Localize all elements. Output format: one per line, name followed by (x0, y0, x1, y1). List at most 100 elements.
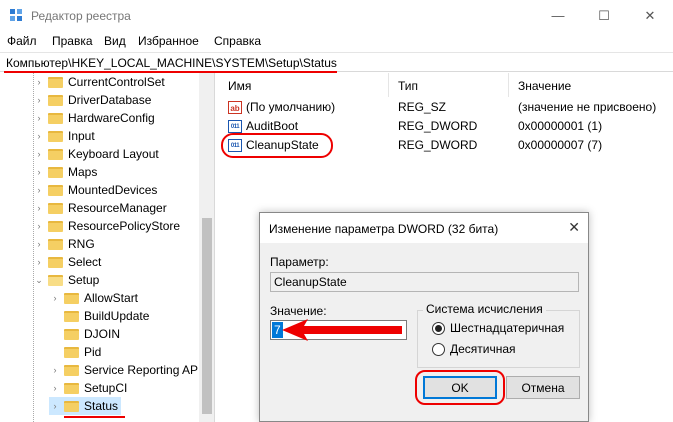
menu-view[interactable]: Вид (104, 34, 126, 48)
chevron-right-icon[interactable]: › (33, 113, 45, 123)
chevron-right-icon[interactable]: › (33, 149, 45, 159)
chevron-down-icon[interactable]: ⌄ (33, 275, 45, 286)
chevron-right-icon[interactable]: › (49, 293, 61, 303)
column-separator[interactable] (388, 73, 389, 97)
radio-hex-label: Шестнадцатеричная (450, 321, 565, 335)
tree-item-label: RNG (68, 237, 95, 251)
tree-item[interactable]: DJOIN (49, 325, 120, 343)
tree-item[interactable]: › Input (33, 127, 95, 145)
column-header-name[interactable]: Имя (228, 79, 251, 93)
radio-checked-icon[interactable] (432, 321, 445, 335)
number-base-group (417, 310, 580, 368)
arrow-left-icon (282, 319, 402, 341)
tree-item-label: ResourceManager (68, 201, 167, 215)
tree-item[interactable]: › Select (33, 253, 102, 271)
folder-icon (64, 328, 79, 340)
folder-icon (48, 238, 63, 250)
menu-edit[interactable]: Правка (52, 34, 93, 48)
chevron-right-icon[interactable]: › (33, 185, 45, 195)
minimize-button[interactable]: — (535, 0, 581, 31)
column-separator[interactable] (508, 73, 509, 97)
cancel-button[interactable]: Отмена (506, 376, 580, 399)
folder-icon (64, 292, 79, 304)
tree-item-label: Service Reporting API (84, 363, 202, 377)
folder-icon (48, 184, 63, 196)
menu-favorites[interactable]: Избранное (138, 34, 199, 48)
tree-item-status[interactable]: › Status (49, 397, 121, 415)
tree-item[interactable]: › Maps (33, 163, 98, 181)
value-name: (По умолчанию) (246, 100, 336, 114)
column-header-type[interactable]: Тип (398, 79, 418, 93)
radio-dec[interactable]: Десятичная (432, 342, 516, 356)
folder-icon (64, 364, 79, 376)
tree-item[interactable]: › CurrentControlSet (33, 73, 165, 91)
chevron-right-icon[interactable]: › (33, 203, 45, 213)
tree-item-label: Setup (68, 273, 100, 287)
tree-item[interactable]: BuildUpdate (49, 307, 149, 325)
regedit-app-icon (10, 9, 22, 21)
chevron-right-icon[interactable]: › (33, 221, 45, 231)
value-label: Значение: (270, 304, 327, 318)
tree-item-label: ResourcePolicyStore (68, 219, 181, 233)
tree-item[interactable]: › ResourceManager (33, 199, 167, 217)
tree-item-label: SetupCI (84, 381, 128, 395)
tree-item[interactable]: › SetupCI (49, 379, 128, 397)
value-data: 0x00000007 (7) (518, 138, 603, 152)
folder-icon (64, 310, 79, 322)
folder-icon (48, 112, 63, 124)
chevron-right-icon[interactable]: › (49, 365, 61, 375)
radio-hex[interactable]: Шестнадцатеричная (432, 321, 564, 335)
chevron-right-icon[interactable]: › (33, 95, 45, 105)
folder-icon (48, 256, 63, 268)
tree-item-setup[interactable]: ⌄ Setup (33, 271, 99, 289)
tree-item[interactable]: › AllowStart (49, 289, 139, 307)
dialog-title: Изменение параметра DWORD (32 бита) (269, 222, 499, 236)
menu-help[interactable]: Справка (214, 34, 261, 48)
menu-bar: Файл Правка Вид Избранное Справка (0, 31, 673, 51)
tree-item-label: DJOIN (84, 327, 120, 341)
column-header-value[interactable]: Значение (518, 79, 571, 93)
value-name: AuditBoot (246, 119, 299, 133)
registry-tree: › CurrentControlSet › DriverDatabase › Hard… (0, 73, 215, 422)
tree-item[interactable]: › MountedDevices (33, 181, 158, 199)
tree-item-label: MountedDevices (68, 183, 158, 197)
list-item[interactable]: ab (По умолчанию) (228, 98, 335, 116)
chevron-right-icon[interactable]: › (33, 167, 45, 177)
folder-icon (48, 94, 63, 106)
binary-value-icon: 011 (228, 119, 242, 133)
tree-scrollbar-thumb[interactable] (202, 218, 212, 414)
maximize-button[interactable]: ☐ (581, 0, 627, 31)
address-path[interactable]: Компьютер\HKEY_LOCAL_MACHINE\SYSTEM\Setu… (6, 56, 337, 70)
tree-item[interactable]: › Service Reporting API (49, 361, 202, 379)
value-type: REG_SZ (398, 100, 447, 114)
folder-icon (48, 166, 63, 178)
radio-unchecked-icon[interactable] (432, 342, 445, 356)
menu-file[interactable]: Файл (7, 34, 37, 48)
tree-item[interactable]: › RNG (33, 235, 95, 253)
tree-item[interactable]: Pid (49, 343, 101, 361)
folder-icon (48, 76, 63, 88)
tree-item-label: DriverDatabase (68, 93, 152, 107)
folder-icon (64, 400, 79, 412)
chevron-right-icon[interactable]: › (33, 239, 45, 249)
tree-item[interactable]: › HardwareConfig (33, 109, 155, 127)
string-value-icon: ab (228, 100, 242, 114)
chevron-right-icon[interactable]: › (33, 77, 45, 87)
tree-item[interactable]: › ResourcePolicyStore (33, 217, 181, 235)
tree-item-label: Status (84, 399, 119, 413)
folder-icon (48, 220, 63, 232)
close-icon[interactable]: ✕ (568, 219, 580, 236)
address-bar[interactable]: Компьютер\HKEY_LOCAL_MACHINE\SYSTEM\Setu… (0, 52, 673, 73)
folder-icon (48, 148, 63, 160)
tree-item[interactable]: › Keyboard Layout (33, 145, 159, 163)
folder-icon (64, 382, 79, 394)
value-data: (значение не присвоено) (518, 100, 657, 114)
chevron-right-icon[interactable]: › (33, 131, 45, 141)
chevron-right-icon[interactable]: › (33, 257, 45, 267)
window-title: Редактор реестра (31, 9, 131, 23)
close-window-button[interactable]: ✕ (627, 0, 673, 31)
cleanupstate-annotation-ring (221, 133, 333, 158)
tree-item[interactable]: › DriverDatabase (33, 91, 152, 109)
chevron-right-icon[interactable]: › (49, 401, 61, 411)
chevron-right-icon[interactable]: › (49, 383, 61, 393)
